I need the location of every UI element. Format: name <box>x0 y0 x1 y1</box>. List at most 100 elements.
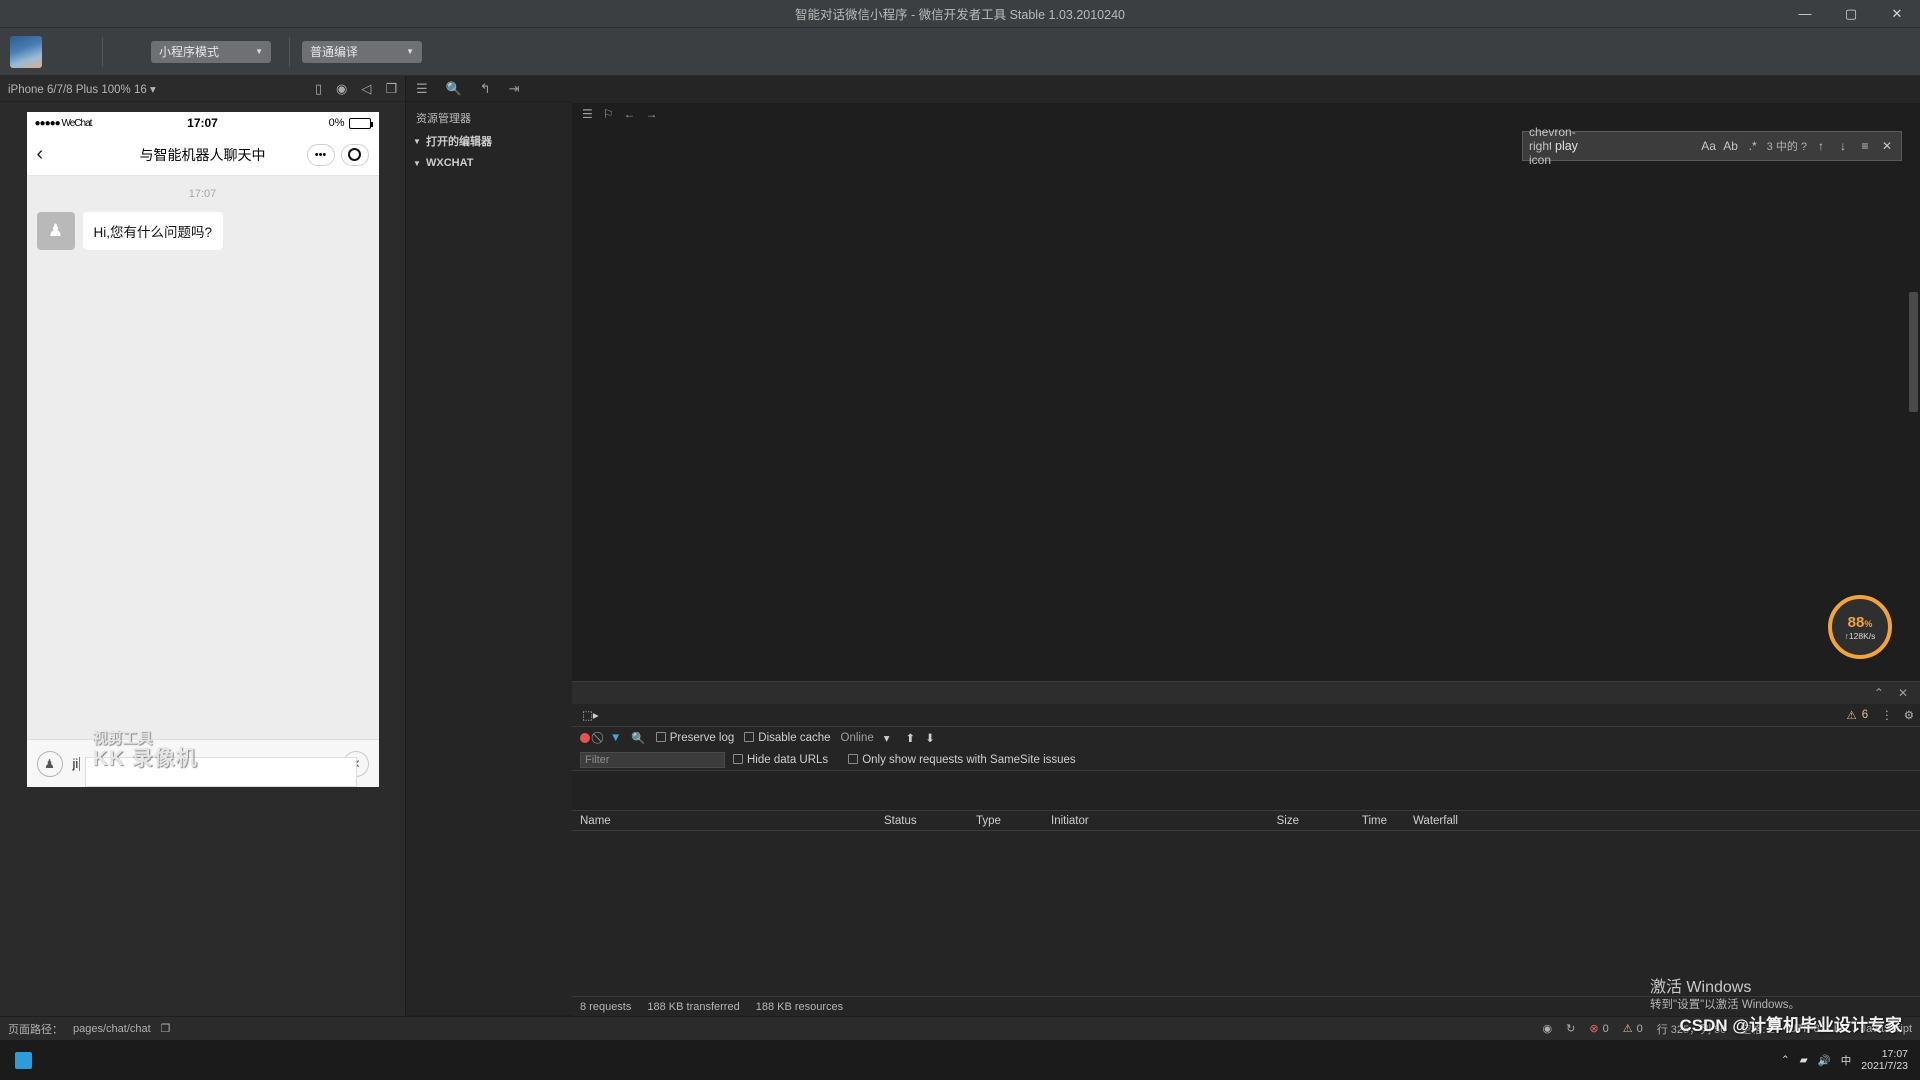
battery-percent: 0% <box>328 117 345 129</box>
indent-setting[interactable]: 空格: 2 <box>1740 1021 1774 1037</box>
net-icon[interactable]: ▰ <box>1800 1054 1808 1066</box>
more-icon-debugger[interactable]: ⋮ <box>1881 708 1893 722</box>
disable-cache-label: Disable cache <box>758 732 831 744</box>
chevron-up-icon[interactable]: ⌃ <box>1874 686 1884 700</box>
throttle-value: Online <box>840 732 874 744</box>
upload-icon[interactable]: ⬆ <box>906 731 916 745</box>
gear-icon[interactable]: ⚙ <box>1904 708 1914 722</box>
th-size[interactable]: Size <box>1216 815 1313 827</box>
match-case-icon[interactable]: Aa <box>1701 139 1717 153</box>
copy-icon[interactable]: ❐ <box>161 1022 171 1035</box>
network-summary: 8 requests 188 KB transferred 188 KB res… <box>572 996 1920 1016</box>
copy-window-icon[interactable]: ❐ <box>385 81 397 97</box>
language-mode[interactable]: JavaScript <box>1861 1023 1912 1035</box>
encoding[interactable]: UTF-8 <box>1789 1023 1820 1035</box>
chevron-down-icon: ▼ <box>255 47 263 56</box>
wechat-devtools-window: 智能对话微信小程序 - 微信开发者工具 Stable 1.03.2010240 … <box>0 0 1920 1080</box>
inspect-icon[interactable]: ⬚▸ <box>578 706 603 724</box>
throttle-select[interactable]: Online <box>841 732 874 744</box>
find-next-icon[interactable]: ↓ <box>1835 139 1851 153</box>
editor-minimap[interactable] <box>1906 125 1920 681</box>
code-editor[interactable]: chevron-right-icon play Aa Ab .* 3 中的 ? … <box>572 125 1920 681</box>
th-initiator[interactable]: Initiator <box>1051 815 1216 827</box>
refresh-icon-status[interactable]: ↻ <box>1566 1022 1575 1035</box>
outline-icon[interactable]: ☰ <box>582 107 593 121</box>
target-icon[interactable] <box>340 143 369 166</box>
record-icon[interactable]: ◉ <box>336 81 347 97</box>
chat-input-value: ji <box>72 756 79 771</box>
warning-count[interactable]: ⚠ 6 ⋮ ⚙ <box>1846 708 1914 722</box>
toolbar-divider <box>102 36 103 67</box>
th-time[interactable]: Time <box>1313 815 1403 827</box>
device-selector[interactable]: iPhone 6/7/8 Plus 100% 16 ▾ <box>8 82 156 96</box>
explorer-title: 资源管理器 <box>416 113 471 125</box>
resources-size: 188 KB resources <box>755 1000 844 1013</box>
arrow-right-icon[interactable]: → <box>646 107 658 121</box>
samesite-label: Only show requests with SameSite issues <box>862 753 1076 766</box>
performance-value: 88% <box>1847 613 1873 631</box>
th-type[interactable]: Type <box>976 815 1051 827</box>
close-button[interactable]: ✕ <box>1874 0 1920 28</box>
phone-clock: 17:07 <box>187 116 218 130</box>
user-avatar[interactable] <box>10 35 42 68</box>
cursor-position[interactable]: 行 325，列 50 <box>1657 1021 1727 1037</box>
search-icon-network[interactable]: 🔍 <box>631 731 645 745</box>
mute-icon[interactable]: ◁ <box>361 81 371 97</box>
compile-mode-select[interactable]: 普通编译 ▼ <box>302 40 422 63</box>
minimize-button[interactable]: — <box>1782 0 1828 28</box>
samesite-checkbox[interactable]: Only show requests with SameSite issues <box>848 753 1076 766</box>
th-status[interactable]: Status <box>884 815 976 827</box>
th-name[interactable]: Name <box>572 815 884 827</box>
preserve-log-checkbox[interactable]: Preserve log <box>655 732 735 744</box>
close-icon-debugger[interactable]: ✕ <box>1898 686 1908 700</box>
performance-rate: ↑128K/s <box>1844 630 1876 641</box>
sound-icon[interactable]: 🔊 <box>1818 1054 1831 1067</box>
taskbar: ⌃ ▰ 🔊 中 17:07 2021/7/23 <box>0 1040 1920 1080</box>
network-filter-input[interactable]: Filter <box>580 751 725 768</box>
download-icon[interactable]: ⬇ <box>925 731 935 745</box>
clock-time: 17:07 <box>1881 1047 1908 1060</box>
regex-icon[interactable]: .* <box>1745 139 1761 153</box>
chat-area: 17:07 ♟ Hi,您有什么问题吗? <box>26 176 379 739</box>
arrow-left-icon[interactable]: ← <box>624 107 636 121</box>
open-editors-label: 打开的编辑器 <box>426 136 492 148</box>
th-waterfall[interactable]: Waterfall <box>1403 815 1920 827</box>
search-icon[interactable]: 🔍 <box>446 81 462 97</box>
more-icon[interactable]: ••• <box>306 143 335 166</box>
window-icon[interactable]: ▯ <box>315 81 322 97</box>
branch-icon[interactable]: ↰ <box>480 81 491 97</box>
taskbar-clock[interactable]: 17:07 2021/7/23 <box>1861 1048 1908 1072</box>
start-button[interactable] <box>2 1041 44 1079</box>
eol[interactable]: LF <box>1834 1023 1847 1035</box>
eye-icon-status[interactable]: ◉ <box>1543 1022 1553 1035</box>
warning-count-status[interactable]: ⚠ 0 <box>1623 1022 1643 1036</box>
project-mode-value: 小程序模式 <box>159 45 220 59</box>
disable-cache-checkbox[interactable]: Disable cache <box>744 732 831 744</box>
project-mode-select[interactable]: 小程序模式 ▼ <box>151 40 271 63</box>
debugger-panel-icons: ⌃ ✕ <box>1874 686 1908 700</box>
hide-data-urls-checkbox[interactable]: Hide data URLs <box>733 753 828 766</box>
match-word-icon[interactable]: Ab <box>1723 139 1739 153</box>
list-icon[interactable]: ☰ <box>416 81 428 97</box>
up-icon[interactable]: ⌃ <box>1781 1054 1790 1066</box>
find-selectall-icon[interactable]: ≡ <box>1857 139 1873 153</box>
network-controls: ⃠ ▼ 🔍 Preserve log Disable cache Online … <box>572 727 1920 749</box>
status-path[interactable]: pages/chat/chat <box>73 1023 151 1035</box>
collapse-icon[interactable]: ⇥ <box>509 81 520 97</box>
record-icon-network[interactable] <box>580 733 590 743</box>
filter-icon[interactable]: ▼ <box>610 732 621 744</box>
throttle-caret-icon[interactable]: ▾ <box>884 731 890 745</box>
ime-icon[interactable]: 中 <box>1841 1053 1852 1068</box>
project-group[interactable]: ▼ WXCHAT <box>406 154 572 172</box>
mic-icon[interactable]: ♟ <box>36 750 63 777</box>
chevron-right-icon-find[interactable]: chevron-right-icon <box>1529 125 1576 167</box>
preserve-log-label: Preserve log <box>669 732 735 744</box>
open-editors-group[interactable]: ▼ 打开的编辑器 <box>406 130 572 152</box>
maximize-button[interactable]: ▢ <box>1828 0 1874 28</box>
error-count[interactable]: ⊗ 0 <box>1589 1022 1608 1036</box>
workspace: iPhone 6/7/8 Plus 100% 16 ▾ ▯ ◉ ◁ ❐ ●●●●… <box>0 76 1920 1016</box>
find-close-icon[interactable]: ✕ <box>1879 139 1895 153</box>
find-prev-icon[interactable]: ↑ <box>1813 139 1829 153</box>
find-input[interactable]: play <box>1551 139 1695 153</box>
bookmark-icon[interactable]: ⚐ <box>603 107 614 121</box>
